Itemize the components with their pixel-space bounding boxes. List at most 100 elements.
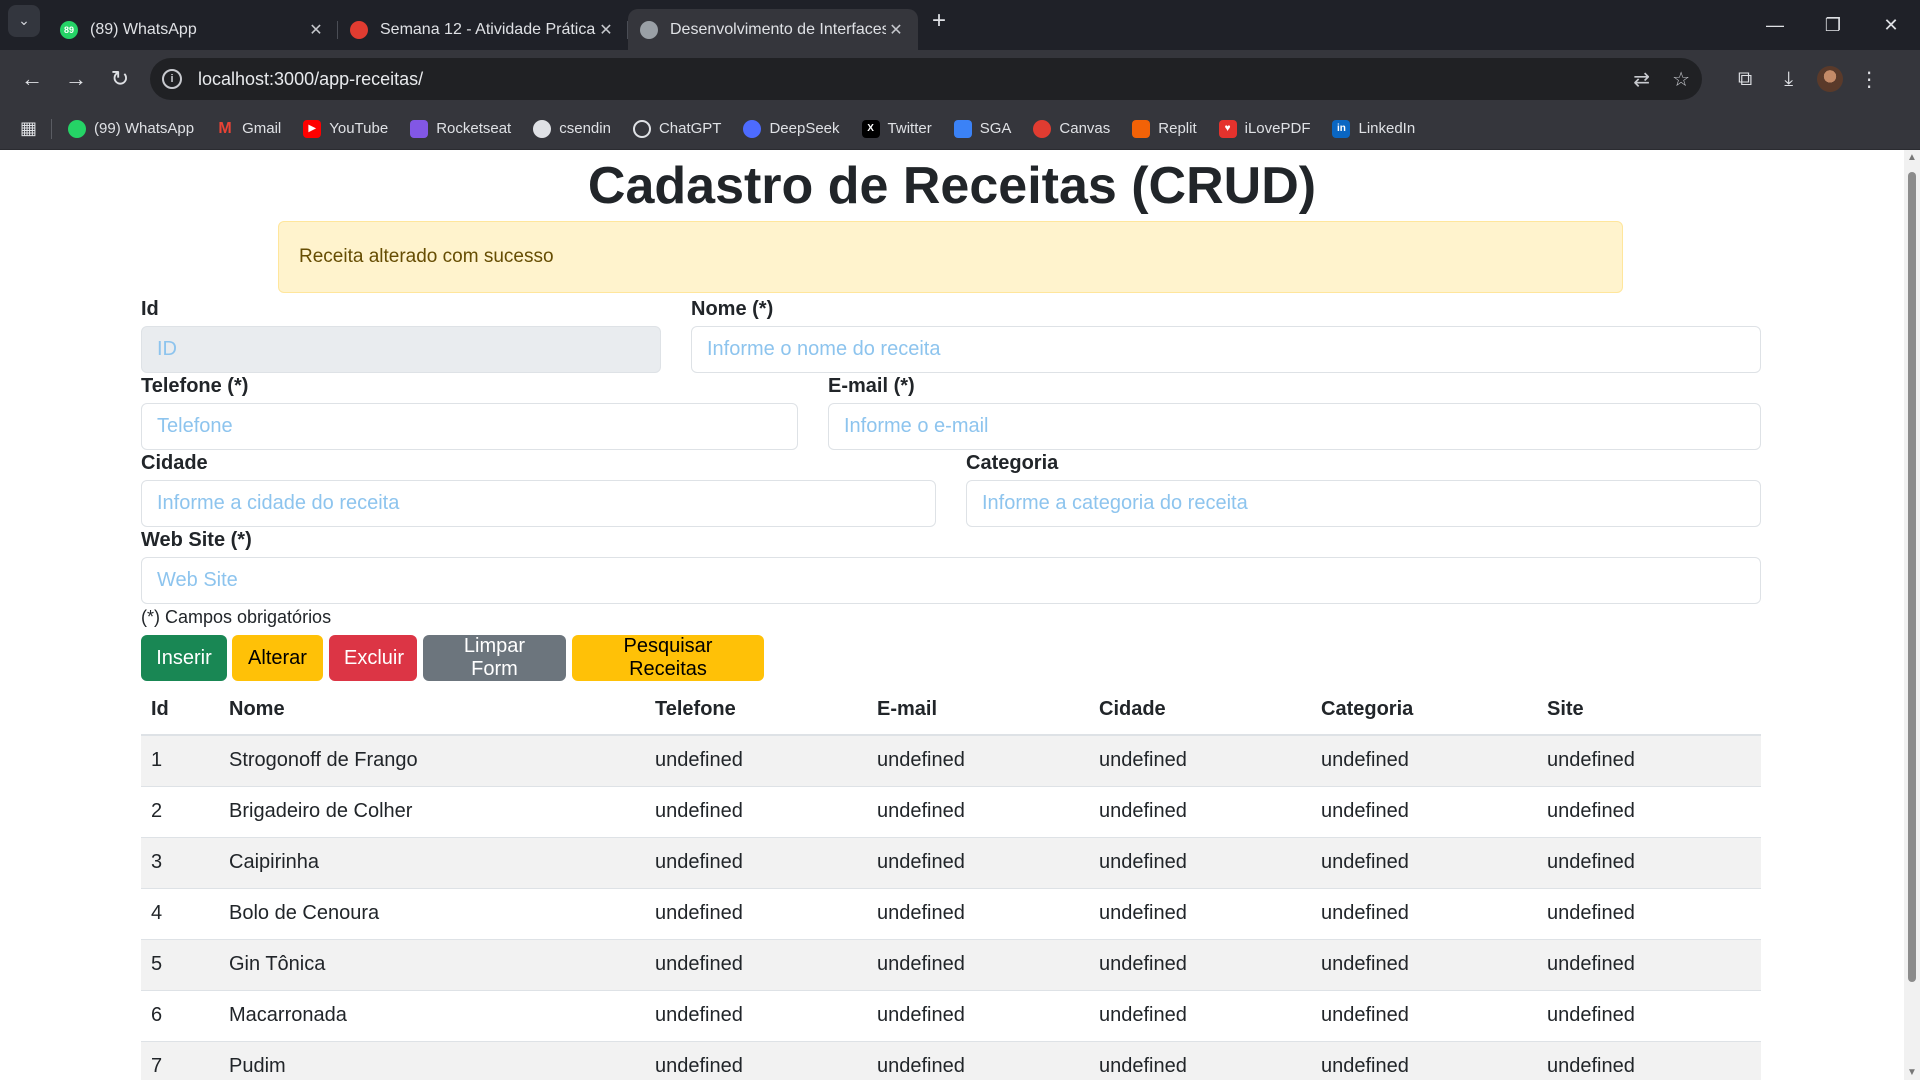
page-viewport: Cadastro de Receitas (CRUD) Receita alte… (0, 150, 1904, 1080)
table-row[interactable]: 5 Gin Tônica undefined undefined undefin… (141, 939, 1761, 991)
cell-site: undefined (1537, 990, 1761, 1042)
extensions-icon[interactable]: ⧉ (1738, 68, 1752, 91)
close-icon[interactable]: ✕ (306, 20, 326, 40)
cell-id: 1 (141, 735, 219, 787)
cell-nome: Bolo de Cenoura (219, 888, 645, 940)
bookmarks-bar: ▦ (99) WhatsApp M Gmail ▶ YouTube Rocketse… (0, 108, 1920, 150)
excluir-button[interactable]: Excluir (329, 635, 417, 681)
receitas-table: Id Nome Telefone E-mail Cidade Categoria… (141, 685, 1761, 1080)
cell-site: undefined (1537, 888, 1761, 940)
bookmark-whatsapp[interactable]: (99) WhatsApp (68, 119, 194, 138)
bookmark-sga[interactable]: SGA (953, 119, 1012, 138)
bookmark-youtube[interactable]: ▶ YouTube (303, 119, 389, 138)
bookmark-replit[interactable]: Replit (1132, 119, 1197, 138)
scroll-down-icon[interactable]: ▼ (1907, 1067, 1917, 1078)
bookmark-label: csendin (559, 120, 611, 137)
bookmark-linkedin[interactable]: in LinkedIn (1332, 119, 1415, 138)
categoria-label: Categoria (966, 452, 1059, 474)
bookmark-label: Rocketseat (436, 120, 512, 137)
address-bar[interactable]: i localhost:3000/app-receitas/ ⇄ ☆ (150, 58, 1702, 100)
column-header-categoria: Categoria (1311, 685, 1537, 736)
window-controls: — ❐ ✕ (1746, 0, 1920, 50)
linkedin-icon: in (1332, 119, 1351, 138)
table-header-row: Id Nome Telefone E-mail Cidade Categoria… (141, 685, 1761, 736)
table-row[interactable]: 1 Strogonoff de Frango undefined undefin… (141, 735, 1761, 787)
translate-icon[interactable]: ⇄ (1633, 67, 1650, 92)
cell-telefone: undefined (645, 1041, 867, 1080)
new-tab-button[interactable]: + (932, 7, 946, 35)
cell-categoria: undefined (1311, 837, 1537, 889)
restore-icon[interactable]: ❐ (1804, 0, 1862, 50)
browser-toolbar: ← → ↻ i localhost:3000/app-receitas/ ⇄ ☆… (0, 50, 1920, 108)
tab-search-button[interactable]: ⌄ (8, 4, 40, 37)
cell-email: undefined (867, 837, 1089, 889)
info-icon[interactable]: i (162, 69, 182, 89)
tab-desenvolvimento[interactable]: Desenvolvimento de Interfaces ✕ (628, 9, 918, 50)
cell-site: undefined (1537, 1041, 1761, 1080)
sga-icon (953, 119, 972, 138)
cell-id: 2 (141, 786, 219, 838)
bookmark-canvas[interactable]: Canvas (1033, 119, 1110, 138)
bookmark-ilovepdf[interactable]: ♥ iLovePDF (1218, 119, 1311, 138)
star-icon[interactable]: ☆ (1672, 67, 1690, 92)
scroll-up-icon[interactable]: ▲ (1907, 152, 1917, 163)
bookmark-csendin[interactable]: csendin (533, 119, 611, 138)
bookmark-label: ChatGPT (658, 120, 722, 137)
telefone-field[interactable] (141, 403, 798, 450)
url-text[interactable]: localhost:3000/app-receitas/ (198, 69, 1611, 90)
site-field[interactable] (141, 557, 1761, 604)
bookmark-label: Replit (1158, 120, 1197, 137)
menu-icon[interactable]: ⋮ (1859, 67, 1879, 92)
inserir-button[interactable]: Inserir (141, 635, 227, 681)
close-icon[interactable]: ✕ (886, 20, 906, 40)
bookmark-rocketseat[interactable]: Rocketseat (410, 119, 512, 138)
bookmark-label: iLovePDF (1244, 120, 1311, 137)
whatsapp-icon (68, 119, 87, 138)
globe-icon (640, 20, 658, 39)
cell-categoria: undefined (1311, 888, 1537, 940)
table-row[interactable]: 4 Bolo de Cenoura undefined undefined un… (141, 888, 1761, 940)
cell-telefone: undefined (645, 888, 867, 940)
close-icon[interactable]: ✕ (596, 20, 616, 40)
table-row[interactable]: 6 Macarronada undefined undefined undefi… (141, 990, 1761, 1042)
bookmark-label: YouTube (329, 120, 389, 137)
scrollbar-thumb[interactable] (1908, 172, 1916, 982)
limpar-form-button[interactable]: Limpar Form (423, 635, 566, 681)
cell-email: undefined (867, 1041, 1089, 1080)
back-icon[interactable]: ← (12, 59, 52, 99)
tab-semana-12[interactable]: Semana 12 - Atividade Prática ✕ (338, 9, 628, 50)
email-label: E-mail (*) (828, 375, 915, 397)
table-row[interactable]: 3 Caipirinha undefined undefined undefin… (141, 837, 1761, 889)
cell-id: 7 (141, 1041, 219, 1080)
bookmark-label: DeepSeek (769, 120, 840, 137)
bookmark-chatgpt[interactable]: ChatGPT (632, 119, 722, 138)
email-field[interactable] (828, 403, 1761, 450)
cell-nome: Caipirinha (219, 837, 645, 889)
cell-cidade: undefined (1089, 786, 1311, 838)
minimize-icon[interactable]: — (1746, 0, 1804, 50)
chevron-down-icon: ⌄ (18, 12, 30, 28)
chatgpt-icon (632, 119, 651, 138)
bookmark-twitter[interactable]: X Twitter (861, 119, 932, 138)
column-header-site: Site (1537, 685, 1761, 736)
bookmark-deepseek[interactable]: DeepSeek (743, 119, 840, 138)
bookmark-label: SGA (979, 120, 1012, 137)
alterar-button[interactable]: Alterar (232, 635, 323, 681)
pesquisar-receitas-button[interactable]: Pesquisar Receitas (572, 635, 764, 681)
cell-telefone: undefined (645, 990, 867, 1042)
table-row[interactable]: 7 Pudim undefined undefined undefined un… (141, 1041, 1761, 1080)
page-scrollbar[interactable]: ▲ ▼ (1904, 150, 1920, 1080)
nome-field[interactable] (691, 326, 1761, 373)
tab-whatsapp[interactable]: 89 (89) WhatsApp ✕ (48, 9, 338, 50)
bookmark-gmail[interactable]: M Gmail (216, 120, 281, 138)
apps-grid-icon[interactable]: ▦ (20, 118, 37, 139)
reload-icon[interactable]: ↻ (100, 59, 140, 99)
cidade-field[interactable] (141, 480, 936, 527)
cell-telefone: undefined (645, 786, 867, 838)
close-window-icon[interactable]: ✕ (1862, 0, 1920, 50)
table-row[interactable]: 2 Brigadeiro de Colher undefined undefin… (141, 786, 1761, 838)
categoria-field[interactable] (966, 480, 1761, 527)
forward-icon[interactable]: → (56, 59, 96, 99)
avatar[interactable] (1817, 66, 1844, 92)
download-icon[interactable]: ⤓ (1784, 68, 1793, 91)
